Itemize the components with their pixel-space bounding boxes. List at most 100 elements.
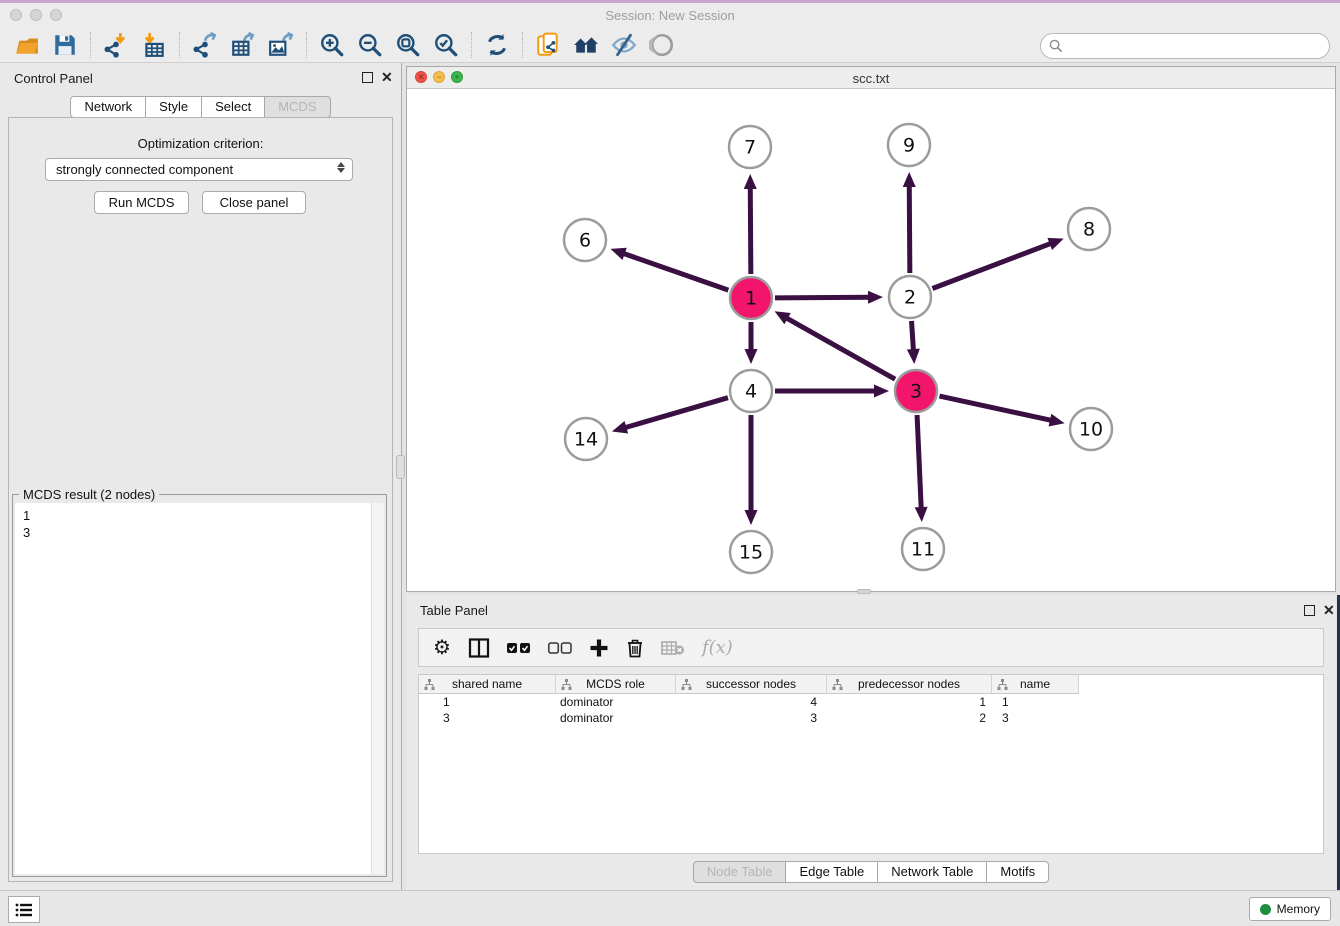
column-header-successor-nodes[interactable]: successor nodes <box>676 675 827 694</box>
export-table-icon[interactable] <box>224 30 262 60</box>
tab-style[interactable]: Style <box>145 96 202 118</box>
memory-button[interactable]: Memory <box>1249 897 1331 921</box>
table-row[interactable]: 1dominator411 <box>419 694 1323 710</box>
cell: 1 <box>992 694 1079 710</box>
save-session-icon[interactable] <box>46 30 84 60</box>
tab-network[interactable]: Network <box>70 96 146 118</box>
function-builder-icon[interactable]: f(x) <box>702 637 733 658</box>
edge-arrowhead <box>915 507 928 522</box>
task-history-button[interactable] <box>8 896 40 923</box>
import-table-icon[interactable] <box>135 30 173 60</box>
import-network-icon[interactable] <box>97 30 135 60</box>
graph-edge-3-11[interactable] <box>917 415 921 510</box>
tab-mcds[interactable]: MCDS <box>264 96 330 118</box>
horizontal-divider-grip[interactable] <box>857 589 871 594</box>
search-icon <box>1049 39 1063 58</box>
toolbar-separator <box>179 32 180 58</box>
cell: dominator <box>556 710 676 726</box>
criterion-select[interactable]: strongly connected component <box>45 158 353 181</box>
network-overview-icon[interactable] <box>529 30 567 60</box>
panel-divider-grip[interactable] <box>396 455 405 479</box>
cell: 1 <box>419 694 556 710</box>
memory-status-icon <box>1260 904 1271 915</box>
tab-node-table[interactable]: Node Table <box>693 861 787 883</box>
graph-node-label: 8 <box>1083 219 1095 241</box>
tab-motifs[interactable]: Motifs <box>986 861 1049 883</box>
close-table-panel-icon[interactable]: ✕ <box>1323 602 1335 619</box>
select-all-icon[interactable] <box>507 642 531 654</box>
edge-arrowhead <box>868 291 883 304</box>
graph-node-label: 3 <box>910 381 922 403</box>
cell: 1 <box>827 694 992 710</box>
network-graph[interactable]: 7968124314101511 <box>407 89 1335 591</box>
column-header-name[interactable]: name <box>992 675 1079 694</box>
graph-edge-1-7[interactable] <box>750 186 751 274</box>
graph-edge-2-8[interactable] <box>932 243 1052 289</box>
node-table[interactable]: shared nameMCDS role successor nodes prede… <box>418 674 1324 854</box>
close-panel-icon[interactable]: ✕ <box>381 69 393 86</box>
table-body: 1dominator4113dominator323 <box>419 694 1323 726</box>
settings-icon[interactable]: ⚙ <box>433 638 451 658</box>
zoom-selected-icon[interactable] <box>427 30 465 60</box>
export-image-icon[interactable] <box>262 30 300 60</box>
column-label: predecessor nodes <box>858 677 960 691</box>
zoom-in-icon[interactable] <box>313 30 351 60</box>
column-header-shared-name[interactable]: shared name <box>419 675 556 694</box>
tab-network-table[interactable]: Network Table <box>877 861 987 883</box>
toolbar-separator <box>471 32 472 58</box>
table-toolbar: ⚙ f(x) <box>418 628 1324 667</box>
graph-node-label: 4 <box>745 381 757 403</box>
run-mcds-button[interactable]: Run MCDS <box>94 191 189 214</box>
graph-edge-2-3[interactable] <box>912 321 914 352</box>
add-column-icon[interactable] <box>589 638 609 658</box>
graph-node-label: 11 <box>911 539 935 561</box>
mcds-result-area: 1 3 <box>15 503 384 874</box>
home-icon[interactable] <box>567 30 605 60</box>
column-header-MCDS-role[interactable]: MCDS role <box>556 675 676 694</box>
close-panel-button[interactable]: Close panel <box>202 191 306 214</box>
edge-arrowhead <box>903 172 916 187</box>
split-view-icon[interactable] <box>468 637 490 659</box>
graph-edge-1-6[interactable] <box>622 253 729 290</box>
zoom-fit-icon[interactable] <box>389 30 427 60</box>
graph-edge-3-10[interactable] <box>939 396 1052 421</box>
deselect-all-icon[interactable] <box>548 642 572 654</box>
export-network-icon[interactable] <box>186 30 224 60</box>
graph-edge-3-1[interactable] <box>785 317 895 379</box>
network-window-title: scc.txt <box>407 71 1335 86</box>
graph-node-label: 14 <box>574 429 598 451</box>
zoom-out-icon[interactable] <box>351 30 389 60</box>
network-window-titlebar[interactable]: ✕ − + scc.txt <box>407 67 1335 89</box>
float-table-panel-icon[interactable] <box>1304 605 1315 616</box>
mcds-result-text: 1 3 <box>15 503 384 541</box>
graph-edge-4-14[interactable] <box>623 398 728 428</box>
search-container <box>1040 33 1330 59</box>
control-panel-tabs: NetworkStyleSelectMCDS <box>0 96 401 118</box>
window-titlebar: Session: New Session <box>0 3 1340 28</box>
tab-select[interactable]: Select <box>201 96 265 118</box>
column-header-predecessor-nodes[interactable]: predecessor nodes <box>827 675 992 694</box>
refresh-layout-icon[interactable] <box>478 30 516 60</box>
delete-table-icon[interactable] <box>661 640 685 656</box>
float-panel-icon[interactable] <box>362 72 373 83</box>
table-panel-tabs: Node TableEdge TableNetwork TableMotifs <box>406 861 1336 883</box>
graph-edge-1-2[interactable] <box>775 297 871 298</box>
hide-graphics-details-icon[interactable] <box>605 30 643 60</box>
table-row[interactable]: 3dominator323 <box>419 710 1323 726</box>
graph-node-label: 1 <box>745 288 757 310</box>
edge-arrowhead <box>907 349 920 364</box>
delete-column-icon[interactable] <box>626 638 644 658</box>
cell: 3 <box>992 710 1079 726</box>
tab-edge-table[interactable]: Edge Table <box>785 861 878 883</box>
graph-edge-2-9[interactable] <box>909 184 910 273</box>
search-input[interactable] <box>1040 33 1330 59</box>
result-scrollbar[interactable] <box>371 503 384 874</box>
window-title: Session: New Session <box>0 8 1340 23</box>
eye-icon[interactable] <box>643 30 681 60</box>
edge-arrowhead <box>1049 414 1065 427</box>
column-label: successor nodes <box>706 677 796 691</box>
cell: 4 <box>676 694 827 710</box>
control-panel: Control Panel ✕ NetworkStyleSelectMCDS O… <box>0 63 402 890</box>
open-session-icon[interactable] <box>8 30 46 60</box>
toolbar-separator <box>306 32 307 58</box>
